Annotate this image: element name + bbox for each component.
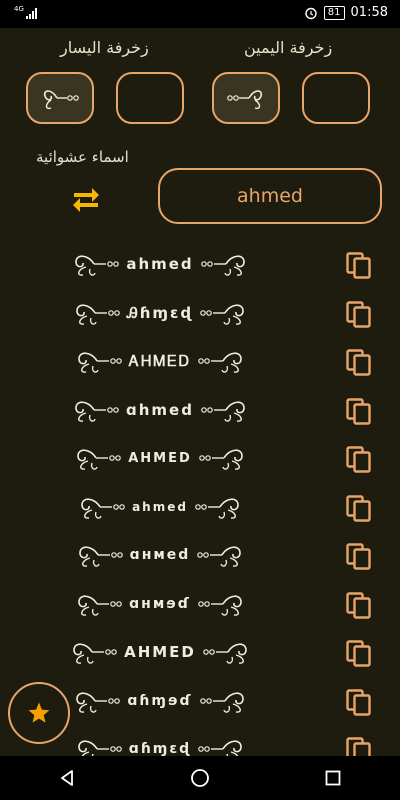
name-input[interactable] [158, 168, 382, 224]
left-flourish-icon [76, 303, 120, 325]
styled-name-text: ɑнмɘɗ [129, 595, 191, 612]
styled-name[interactable]: ɑɦɱɛɖ [40, 725, 280, 758]
styled-name[interactable]: ɑнмed [40, 531, 280, 579]
styled-name[interactable]: AHMED [40, 434, 280, 482]
left-flourish-icon [75, 400, 119, 422]
star-icon [28, 702, 50, 723]
left-flourish-icon [73, 643, 117, 664]
right-flourish-icon [197, 546, 242, 567]
left-flourish-icon [78, 352, 122, 373]
styled-name-text: ɑɦɱɛɖ [128, 741, 192, 757]
right-flourish-icon [198, 594, 242, 616]
shuffle-button[interactable] [68, 180, 104, 216]
battery-indicator: 81 [323, 5, 345, 20]
styled-name-text: Ꭿɦɱɛɖ [126, 303, 194, 322]
left-decoration-option[interactable] [116, 72, 184, 124]
left-decoration-label: زخرفة اليسار [60, 38, 149, 57]
right-flourish-icon [198, 740, 243, 758]
styled-name-text: ahmed [132, 499, 188, 514]
list-item: ɑhmed [0, 386, 400, 435]
signal-group: 4G [14, 6, 37, 19]
nav-back-icon [60, 770, 73, 786]
shuffle-icon [73, 188, 99, 212]
status-bar: 4G 81 01:58 [0, 0, 400, 28]
left-flourish-icon [77, 740, 122, 758]
styled-name-text: ɑɦɱɘɗ [127, 692, 193, 709]
right-decoration-option[interactable] [302, 72, 370, 124]
left-flourish-icon [75, 255, 120, 276]
list-item: ɑнмɘɗ [0, 580, 400, 629]
nav-back-button[interactable] [27, 756, 107, 800]
styled-name-text: ɑнмed [129, 547, 191, 563]
styled-name[interactable]: Ꭿɦɱɛɖ [40, 289, 280, 337]
left-flourish-icon [76, 691, 121, 713]
flourish-icon [227, 90, 263, 110]
copy-icon[interactable] [346, 640, 372, 668]
copy-icon[interactable] [346, 543, 372, 571]
left-decoration-option-selected[interactable] [26, 72, 94, 124]
styled-name-text: ɑhmed [126, 400, 194, 419]
right-flourish-icon [200, 255, 245, 276]
styled-name[interactable]: ahmed [40, 483, 280, 531]
styled-name-text: AHMED [124, 643, 196, 661]
styled-name-text: ahmed [126, 255, 194, 273]
favorites-button[interactable] [8, 682, 70, 744]
list-item: Ꭿɦɱɛɖ [0, 289, 400, 338]
styled-name[interactable]: ɑнмɘɗ [40, 580, 280, 628]
left-flourish-icon [78, 546, 123, 567]
styled-name-text: AHMED [128, 450, 192, 466]
styled-name[interactable]: AHMED [40, 628, 280, 676]
styled-name[interactable]: ɑhmed [40, 386, 280, 434]
styled-name[interactable]: ahmed [40, 240, 280, 288]
copy-icon[interactable] [346, 737, 372, 758]
copy-icon[interactable] [346, 252, 372, 280]
right-flourish-icon [198, 449, 243, 470]
left-flourish-icon [81, 497, 125, 519]
styled-name-text: ᎪᎻᎷᎬᎠ [129, 352, 191, 370]
right-decoration-label: زخرفة اليمين [244, 38, 333, 57]
copy-icon[interactable] [346, 494, 372, 523]
random-names-label: اسماء عشوائية [36, 148, 129, 166]
nav-recents-icon [325, 770, 341, 786]
copy-icon[interactable] [346, 688, 372, 717]
styled-name[interactable]: ᎪᎻᎷᎬᎠ [40, 337, 280, 385]
left-flourish-icon [77, 449, 122, 470]
list-item: AHMED [0, 434, 400, 483]
nav-home-icon [191, 769, 209, 787]
right-decoration-option-selected[interactable] [212, 72, 280, 124]
status-right: 81 01:58 [304, 5, 388, 20]
list-item: AHMED [0, 628, 400, 677]
nav-recents-button[interactable] [293, 756, 373, 800]
signal-icon [25, 7, 37, 19]
copy-icon[interactable] [346, 300, 372, 329]
right-flourish-icon [198, 352, 242, 373]
copy-icon[interactable] [346, 591, 372, 620]
system-nav-bar [0, 756, 400, 800]
list-item: ahmed [0, 483, 400, 532]
right-flourish-icon [200, 303, 244, 325]
styled-name[interactable]: ɑɦɱɘɗ [40, 677, 280, 725]
right-flourish-icon [199, 691, 244, 713]
list-item: ɑнмed [0, 531, 400, 580]
flourish-icon [43, 90, 79, 110]
copy-icon[interactable] [346, 349, 372, 377]
right-flourish-icon [195, 497, 239, 519]
right-flourish-icon [201, 400, 245, 422]
result-list[interactable]: ahmed Ꭿɦɱɛɖ ᎪᎻᎷᎬᎠ ɑhmed AHMED ahmed ɑнмe… [0, 240, 400, 758]
clock: 01:58 [350, 5, 388, 20]
nav-home-button[interactable] [160, 756, 240, 800]
left-flourish-icon [78, 594, 122, 616]
network-type: 4G [14, 5, 24, 13]
right-flourish-icon [203, 643, 247, 664]
copy-icon[interactable] [346, 446, 372, 474]
copy-icon[interactable] [346, 397, 372, 426]
list-item: ᎪᎻᎷᎬᎠ [0, 337, 400, 386]
alarm-icon [305, 7, 317, 19]
list-item: ahmed [0, 240, 400, 289]
